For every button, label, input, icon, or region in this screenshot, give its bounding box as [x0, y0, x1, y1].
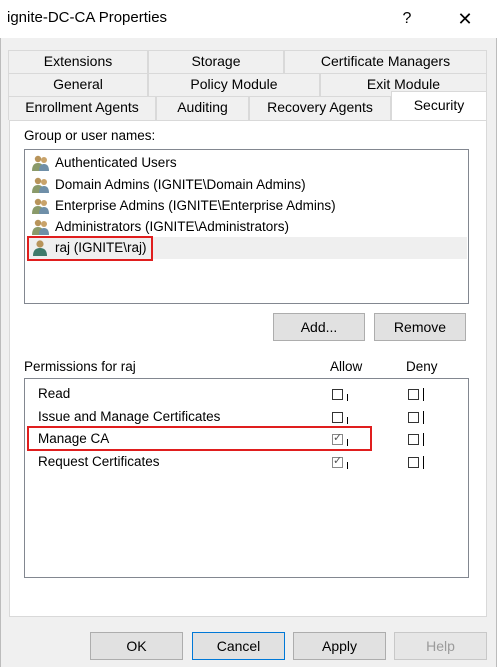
permissions-label: Permissions for raj	[24, 359, 136, 374]
close-icon[interactable]: ✕	[450, 6, 480, 32]
tab-extensions[interactable]: Extensions	[8, 50, 148, 73]
deny-checkbox-request-certs[interactable]	[408, 457, 419, 468]
window-title: ignite-DC-CA Properties	[7, 9, 168, 26]
highlight-manage-ca	[27, 426, 372, 451]
separator	[347, 417, 348, 424]
permission-row-request-certs: Request Certificates	[38, 454, 160, 469]
deny-checkbox-read[interactable]	[408, 389, 419, 400]
allow-checkbox-request-certs[interactable]	[332, 454, 343, 468]
permission-row-read: Read	[38, 386, 71, 401]
deny-checkbox-manage-ca[interactable]	[408, 434, 419, 445]
separator	[423, 388, 424, 401]
tab-storage[interactable]: Storage	[148, 50, 284, 73]
list-item[interactable]: Authenticated Users	[29, 152, 467, 174]
separator	[423, 433, 424, 446]
deny-header: Deny	[406, 359, 438, 374]
list-item[interactable]: Enterprise Admins (IGNITE\Enterprise Adm…	[29, 195, 467, 217]
ok-button[interactable]: OK	[90, 632, 183, 660]
tab-enrollment-agents[interactable]: Enrollment Agents	[8, 96, 156, 120]
permissions-list[interactable]: Read Issue and Manage Certificates Manag…	[24, 378, 469, 578]
user-list[interactable]: Authenticated Users Domain Admins (IGNIT…	[24, 149, 469, 304]
tab-general[interactable]: General	[8, 73, 148, 96]
user-group-icon	[32, 177, 49, 193]
group-label: Group or user names:	[24, 128, 156, 143]
tab-security[interactable]: Security	[391, 91, 487, 121]
separator	[423, 411, 424, 424]
user-name: Administrators (IGNITE\Administrators)	[55, 219, 290, 234]
permission-row-issue-manage: Issue and Manage Certificates	[38, 409, 221, 424]
user-name: Domain Admins (IGNITE\Domain Admins)	[55, 177, 306, 192]
user-name: Enterprise Admins (IGNITE\Enterprise Adm…	[55, 198, 336, 213]
tab-auditing[interactable]: Auditing	[156, 96, 249, 120]
tab-certificate-managers[interactable]: Certificate Managers	[284, 50, 487, 73]
user-name: Authenticated Users	[55, 155, 177, 170]
user-group-icon	[32, 155, 49, 171]
tab-policy-module[interactable]: Policy Module	[148, 73, 320, 96]
cancel-button[interactable]: Cancel	[192, 632, 285, 660]
highlight-selected-user	[27, 236, 153, 261]
separator	[423, 456, 424, 469]
deny-checkbox-issue-manage[interactable]	[408, 412, 419, 423]
allow-checkbox-issue-manage[interactable]	[332, 412, 343, 423]
allow-checkbox-read[interactable]	[332, 389, 343, 400]
help-button: Help	[394, 632, 487, 660]
allow-header: Allow	[330, 359, 363, 374]
help-icon[interactable]: ?	[394, 6, 420, 32]
apply-button[interactable]: Apply	[293, 632, 386, 660]
user-group-icon	[32, 219, 49, 235]
separator	[347, 394, 348, 401]
user-group-icon	[32, 198, 49, 214]
title-bar: ignite-DC-CA Properties ? ✕	[0, 0, 497, 38]
tab-recovery-agents[interactable]: Recovery Agents	[249, 96, 391, 120]
list-item[interactable]: Domain Admins (IGNITE\Domain Admins)	[29, 174, 467, 196]
remove-button[interactable]: Remove	[374, 313, 466, 341]
separator	[347, 462, 348, 469]
list-item[interactable]: Administrators (IGNITE\Administrators)	[29, 216, 467, 238]
add-button[interactable]: Add...	[273, 313, 365, 341]
